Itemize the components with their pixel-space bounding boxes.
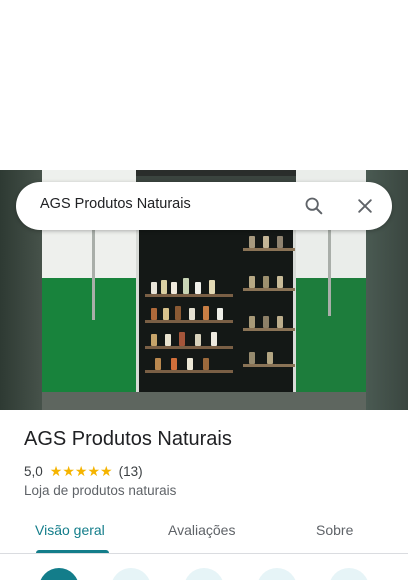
rating-value: 5,0: [24, 463, 43, 479]
star-icon: ★: [74, 463, 88, 479]
send-to-phone-button[interactable]: [257, 568, 297, 580]
star-icon: ★: [62, 463, 75, 479]
star-icon: ★: [49, 463, 63, 479]
search-icon[interactable]: [302, 194, 326, 218]
tab-about[interactable]: Sobre: [316, 522, 353, 538]
directions-button[interactable]: [39, 568, 79, 580]
place-title: AGS Produtos Naturais: [24, 428, 232, 450]
active-tab-indicator: [36, 550, 109, 553]
tab-reviews[interactable]: Avaliações: [168, 522, 235, 538]
nearby-button[interactable]: [184, 568, 224, 580]
tab-overview[interactable]: Visão geral: [35, 522, 105, 538]
store-entrance: [136, 228, 296, 396]
search-bar[interactable]: AGS Produtos Naturais: [16, 182, 392, 230]
review-count[interactable]: (13): [119, 464, 143, 479]
share-button[interactable]: [329, 568, 369, 580]
save-button[interactable]: [111, 568, 151, 580]
star-icon: ★: [87, 463, 101, 479]
star-rating: ★ ★ ★ ★ ★: [50, 464, 113, 478]
star-icon: ★: [100, 463, 113, 479]
place-category[interactable]: Loja de produtos naturais: [24, 483, 176, 498]
search-query[interactable]: AGS Produtos Naturais: [40, 196, 191, 212]
maps-place-page: AGS Produtos Naturais AGS Produtos Natur…: [0, 0, 408, 580]
rating-row[interactable]: 5,0 ★ ★ ★ ★ ★ (13): [24, 462, 143, 480]
place-tabs: Visão geral Avaliações Sobre: [0, 510, 408, 554]
close-icon[interactable]: [353, 194, 377, 218]
